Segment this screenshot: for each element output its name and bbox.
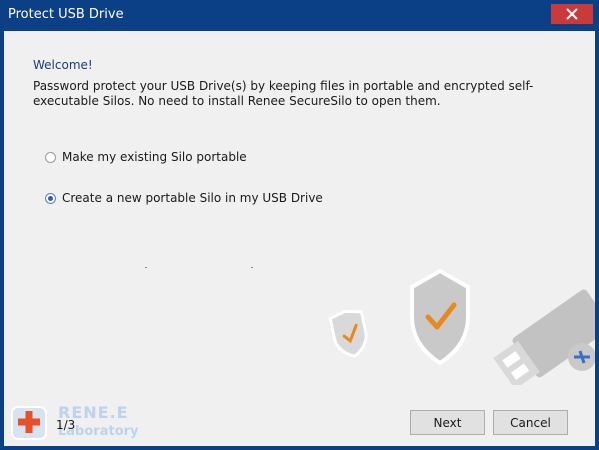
decor-dot — [251, 267, 253, 268]
small-shield-icon — [328, 309, 368, 358]
page-indicator: 1/3 — [56, 418, 76, 432]
dialog-body: Welcome! Password protect your USB Drive… — [4, 31, 595, 446]
cancel-button[interactable]: Cancel — [493, 410, 568, 435]
large-shield-icon — [410, 268, 470, 366]
option-existing-silo[interactable]: Make my existing Silo portable — [45, 150, 247, 164]
welcome-heading: Welcome! — [33, 58, 93, 72]
usb-shield-illustration — [328, 268, 595, 385]
next-button[interactable]: Next — [410, 410, 485, 435]
window-title: Protect USB Drive — [8, 7, 124, 22]
radio-new-silo[interactable] — [45, 192, 56, 204]
protect-usb-dialog: Protect USB Drive Welcome! Password prot… — [0, 0, 599, 450]
logo-icon — [11, 406, 47, 440]
option-existing-silo-label: Make my existing Silo portable — [62, 150, 247, 164]
close-button[interactable] — [551, 4, 593, 24]
renee-logo: RENE.E Laboratory — [10, 401, 160, 445]
description-text: Password protect your USB Drive(s) by ke… — [33, 79, 534, 108]
radio-existing-silo[interactable] — [45, 151, 56, 163]
close-icon — [566, 8, 578, 20]
decor-dot — [145, 267, 147, 268]
title-bar: Protect USB Drive — [0, 0, 599, 31]
option-new-silo[interactable]: Create a new portable Silo in my USB Dri… — [45, 191, 323, 205]
option-new-silo-label: Create a new portable Silo in my USB Dri… — [62, 191, 323, 205]
